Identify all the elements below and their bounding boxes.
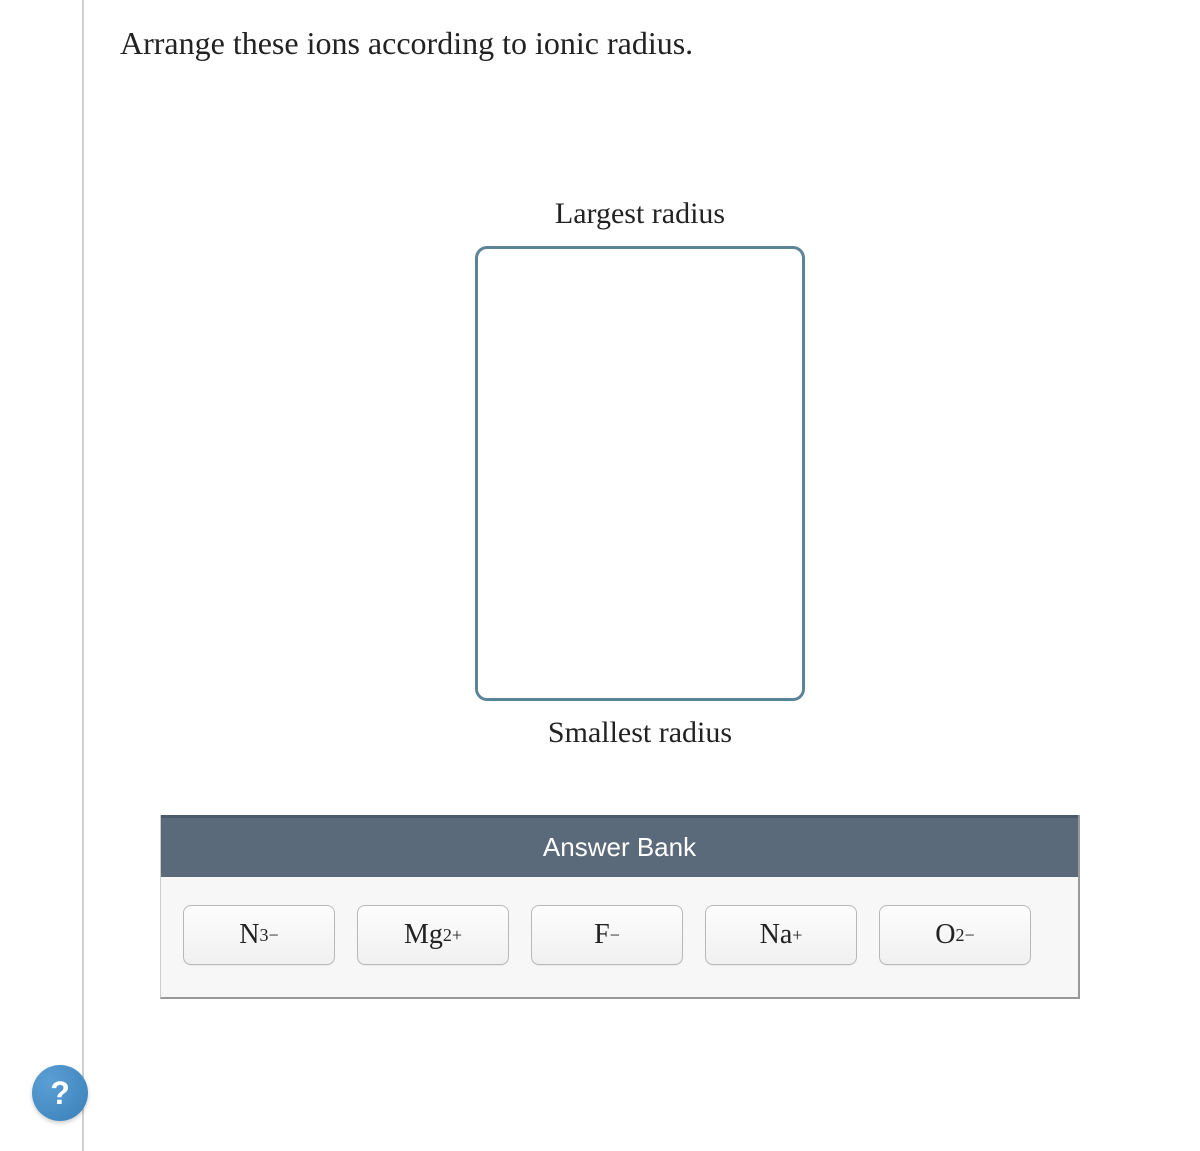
smallest-radius-label: Smallest radius	[548, 716, 732, 750]
ion-tile-nitride[interactable]: N3−	[183, 905, 335, 965]
ion-base: Na	[760, 919, 793, 951]
left-divider	[82, 0, 84, 1151]
help-button[interactable]: ?	[32, 1065, 88, 1121]
ion-tile-sodium[interactable]: Na+	[705, 905, 857, 965]
ion-base: F	[594, 919, 610, 951]
question-text: Arrange these ions according to ionic ra…	[120, 25, 1160, 62]
ion-base: O	[935, 919, 955, 951]
answer-bank-items: N3− Mg2+ F− Na+ O2−	[161, 877, 1078, 997]
question-content: Arrange these ions according to ionic ra…	[0, 0, 1200, 1039]
ion-tile-fluoride[interactable]: F−	[531, 905, 683, 965]
ion-base: Mg	[404, 919, 443, 951]
ion-tile-oxide[interactable]: O2−	[879, 905, 1031, 965]
ion-tile-magnesium[interactable]: Mg2+	[357, 905, 509, 965]
answer-bank-title: Answer Bank	[161, 815, 1078, 877]
ranking-area: Largest radius Smallest radius	[120, 182, 1160, 765]
help-icon: ?	[50, 1075, 70, 1112]
answer-bank: Answer Bank N3− Mg2+ F− Na+ O2−	[160, 815, 1080, 999]
largest-radius-label: Largest radius	[555, 197, 725, 231]
ranking-drop-zone[interactable]	[475, 246, 805, 701]
ion-base: N	[239, 919, 259, 951]
